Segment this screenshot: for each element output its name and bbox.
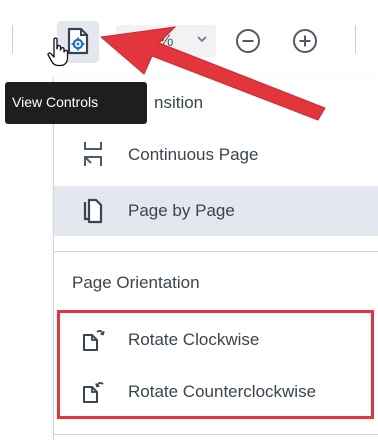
menu-divider xyxy=(54,251,378,252)
page-by-page-icon xyxy=(83,198,103,224)
menu-item-label: Page by Page xyxy=(128,201,235,220)
tooltip-text: View Controls xyxy=(12,94,99,110)
chevron-down-icon xyxy=(197,36,207,43)
page: 144% nsition Continuous Page Page by Pag… xyxy=(0,0,378,440)
menu-item-rotate-counterclockwise[interactable]: Rotate Counterclockwise xyxy=(54,366,378,418)
menu-item-continuous-page[interactable]: Continuous Page xyxy=(54,130,378,180)
menu-divider xyxy=(54,434,378,435)
view-controls-menu: nsition Continuous Page Page by Page Pag… xyxy=(53,78,378,440)
continuous-page-icon xyxy=(84,142,102,166)
zoom-in-icon[interactable] xyxy=(290,26,320,56)
tooltip: View Controls xyxy=(5,82,147,124)
page-orientation-section-label: Page Orientation xyxy=(72,273,200,292)
hand-cursor-icon xyxy=(47,37,69,67)
rotate-clockwise-icon xyxy=(83,329,105,351)
rotate-counterclockwise-icon xyxy=(83,381,104,403)
zoom-out-icon[interactable] xyxy=(233,26,263,56)
menu-item-page-by-page[interactable]: Page by Page xyxy=(54,186,378,236)
transition-section-label: nsition xyxy=(154,93,204,112)
toolbar-divider xyxy=(355,25,356,53)
menu-item-label: Rotate Clockwise xyxy=(128,330,260,349)
menu-item-rotate-clockwise[interactable]: Rotate Clockwise xyxy=(54,314,378,366)
toolbar-divider xyxy=(12,25,13,53)
menu-item-label: Continuous Page xyxy=(128,145,259,164)
zoom-value: 144% xyxy=(130,31,174,50)
menu-item-label: Rotate Counterclockwise xyxy=(128,382,317,401)
zoom-select[interactable]: 144% xyxy=(116,25,216,57)
